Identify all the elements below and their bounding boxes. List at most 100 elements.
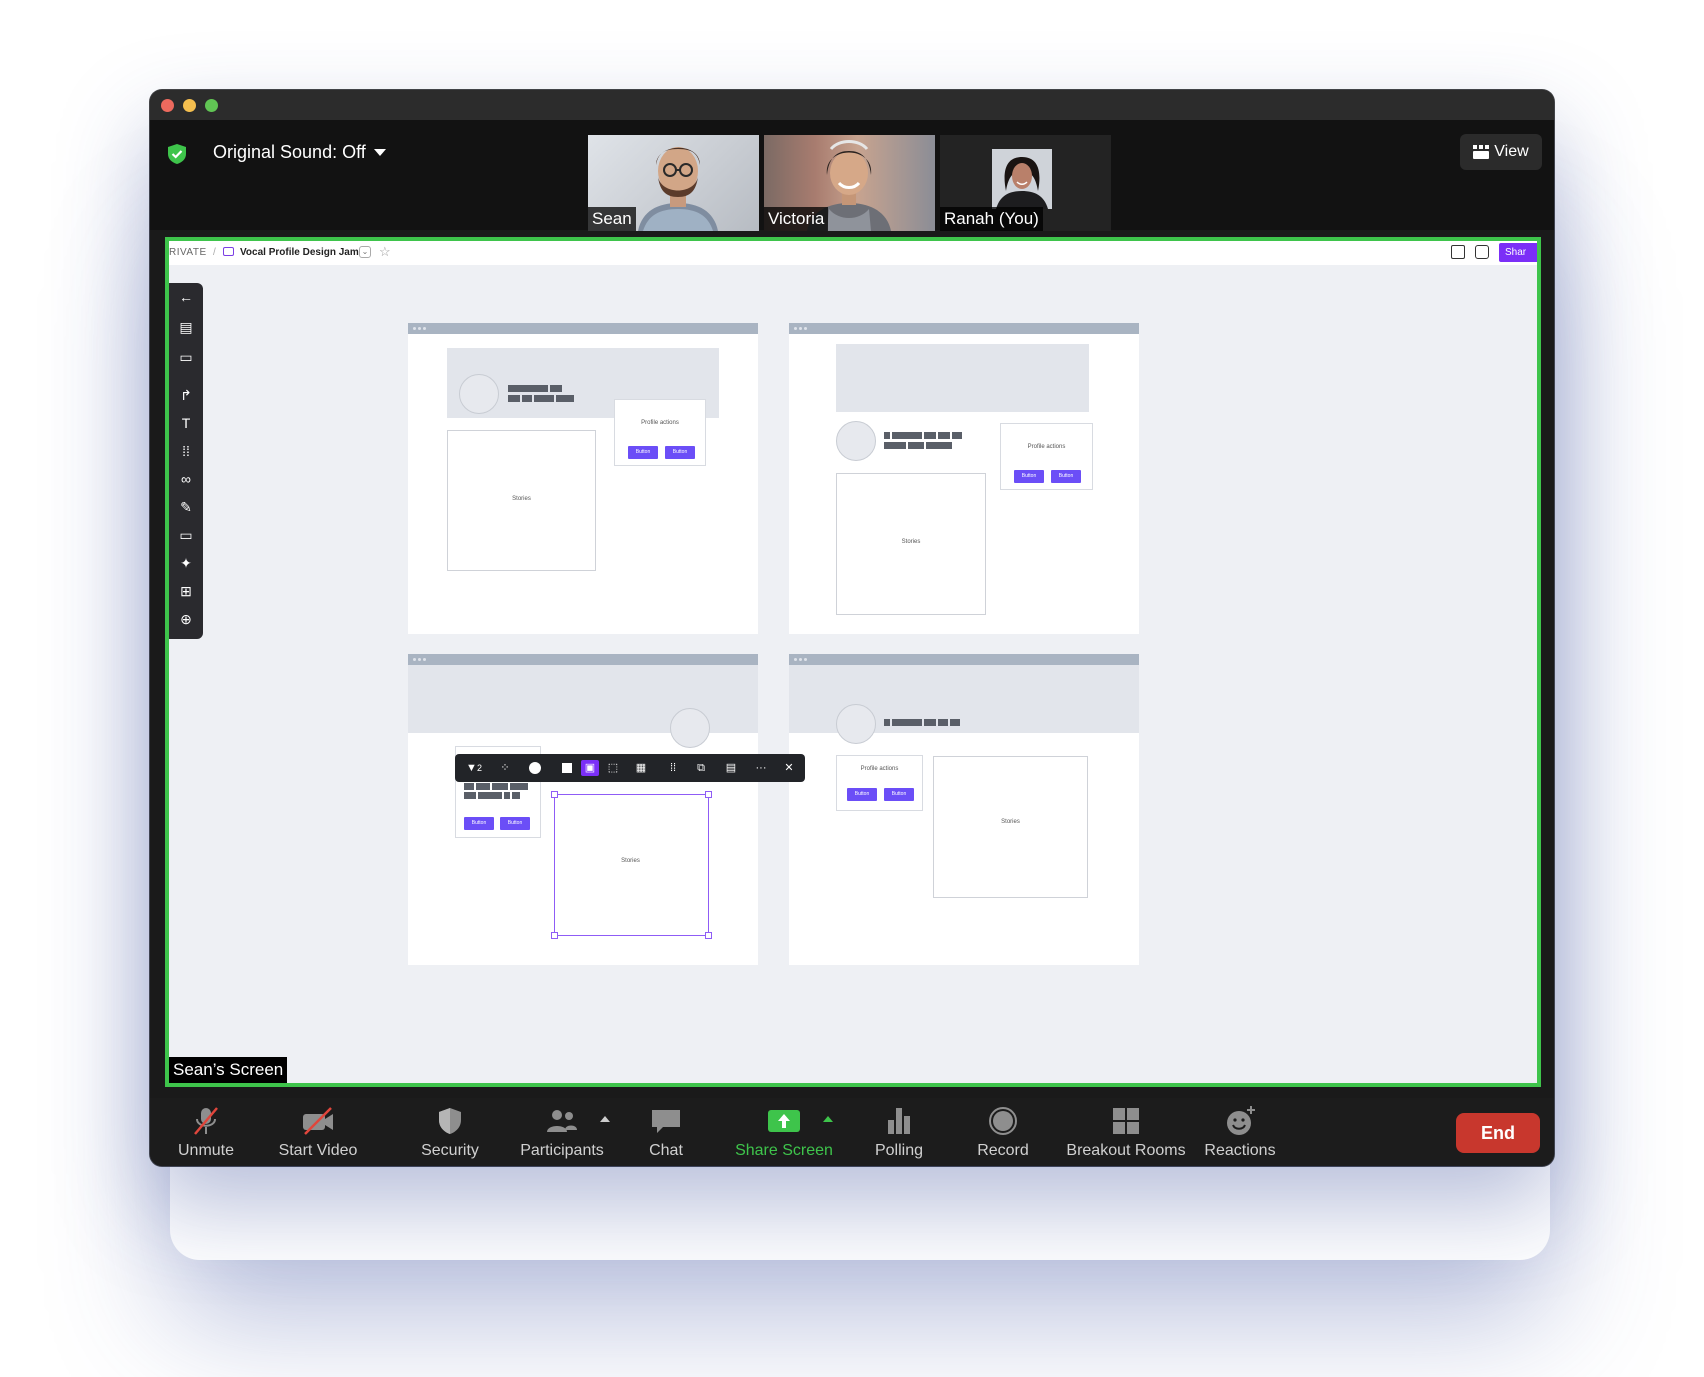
profile-actions-card: Profile actions Button Button [614, 399, 706, 466]
board-title[interactable]: Vocal Profile Design Jam [240, 247, 359, 258]
stories-label: Stories [901, 539, 921, 545]
participants-icon [547, 1110, 577, 1132]
shapes-icon[interactable]: ⁘ [497, 760, 513, 776]
unmute-button[interactable]: Unmute [164, 1098, 248, 1166]
add-icon[interactable]: ⊕ [176, 609, 196, 629]
participant-tile-self[interactable]: Ranah (You) [940, 135, 1111, 231]
chevron-down-icon[interactable] [374, 149, 386, 156]
shared-app-header: RIVATE / Vocal Profile Design Jam ⌄ ☆ Sh… [169, 241, 1537, 265]
card-icon[interactable]: ▭ [176, 525, 196, 545]
filter-icon[interactable]: ▼2 [463, 760, 485, 776]
tool-sidebar: ← ▤ ▭ ↱ T ⁞⁞ ∞ ✎ ▭ ✦ ⊞ ⊕ [169, 283, 203, 639]
original-sound-toggle[interactable]: Original Sound: Off [213, 142, 366, 163]
chevron-down-icon[interactable]: ⌄ [359, 246, 371, 258]
record-label: Record [977, 1142, 1029, 1159]
polling-button[interactable]: Polling [854, 1098, 944, 1166]
share-options-icon[interactable] [823, 1116, 833, 1122]
resize-handle[interactable] [551, 932, 558, 939]
record-button[interactable]: Record [958, 1098, 1048, 1166]
share-screen-button[interactable]: Share Screen [728, 1098, 840, 1166]
zoom-window: Original Sound: Off Sean Victoria Ranah … [150, 90, 1554, 1166]
participant-name: Ranah (You) [940, 207, 1043, 231]
meeting-controls-bar: Unmute Start Video Security Participants [150, 1098, 1554, 1166]
reactions-button[interactable]: Reactions [1190, 1098, 1290, 1166]
participant-tile-sean[interactable]: Sean [588, 135, 759, 231]
share-board-button[interactable]: Shar [1499, 243, 1537, 262]
breakout-rooms-button[interactable]: Breakout Rooms [1056, 1098, 1196, 1166]
participants-options-icon[interactable] [600, 1116, 610, 1122]
resize-handle[interactable] [551, 791, 558, 798]
star-icon[interactable]: ☆ [379, 244, 391, 260]
start-video-label: Start Video [278, 1142, 358, 1159]
grid-dots-icon[interactable]: ⁞⁞ [665, 760, 681, 776]
wireframe-button: Button [464, 817, 494, 830]
participant-name: Victoria [764, 207, 829, 231]
wireframe-frame-1[interactable]: Profile actions Button Button Stories [408, 323, 758, 634]
grid-view-icon [1473, 145, 1490, 159]
border-style-selected-icon[interactable]: ▣ [581, 760, 599, 776]
security-button[interactable]: Security [400, 1098, 500, 1166]
stories-placeholder: Stories [836, 473, 986, 615]
whiteboard-icon [223, 247, 234, 256]
connector-icon[interactable]: ↱ [176, 385, 196, 405]
link-icon[interactable]: ∞ [176, 469, 196, 489]
reactions-label: Reactions [1204, 1142, 1276, 1159]
wireframe-button: Button [628, 446, 658, 459]
participant-name: Sean [588, 207, 636, 231]
close-window-button[interactable] [161, 99, 174, 112]
card-title: Profile actions [641, 420, 679, 426]
frame-icon[interactable]: ▭ [176, 347, 196, 367]
fill-color-icon[interactable] [527, 760, 543, 776]
video-off-icon [303, 1107, 333, 1135]
avatar-placeholder [459, 374, 499, 414]
view-button[interactable]: View [1460, 134, 1542, 170]
wireframe-button: Button [1051, 470, 1081, 483]
record-icon [989, 1107, 1017, 1135]
participants-button[interactable]: Participants [506, 1098, 618, 1166]
close-icon[interactable]: ✕ [781, 760, 797, 776]
polling-bar-chart-icon [888, 1108, 910, 1134]
muted-microphone-icon [194, 1107, 218, 1135]
chat-button[interactable]: Chat [626, 1098, 706, 1166]
wireframe-button: Button [884, 788, 914, 801]
zoom-window-button[interactable] [205, 99, 218, 112]
avatar-placeholder [670, 708, 710, 748]
present-icon[interactable] [1451, 245, 1465, 259]
resize-handle[interactable] [705, 791, 712, 798]
more-options-icon[interactable]: ··· [753, 760, 769, 776]
sparkle-icon[interactable]: ✦ [176, 553, 196, 573]
wireframe-frame-2[interactable]: Profile actions Button Button Stories [789, 323, 1139, 634]
table-icon[interactable]: ⊞ [176, 581, 196, 601]
templates-icon[interactable]: ▤ [176, 317, 196, 337]
share-screen-label: Share Screen [735, 1142, 833, 1159]
dashed-border-icon[interactable]: ⬚ [605, 760, 621, 776]
selection-context-toolbar: ▼2 ⁘ ▣ ⬚ ▦ ⁞⁞ ⧉ ▤ ··· ✕ [455, 754, 805, 782]
stories-placeholder: Stories [933, 756, 1088, 898]
security-label: Security [421, 1142, 479, 1159]
border-style-icon[interactable] [559, 760, 575, 776]
chat-label: Chat [649, 1142, 683, 1159]
selection-box[interactable] [551, 791, 712, 939]
pen-icon[interactable]: ✎ [176, 497, 196, 517]
duplicate-icon[interactable]: ⧉ [693, 760, 709, 776]
comment-icon[interactable] [1475, 245, 1489, 259]
polling-label: Polling [874, 1142, 924, 1159]
wireframe-frame-4[interactable]: Profile actions Button Button Stories [789, 654, 1139, 965]
participants-label: Participants [520, 1142, 604, 1159]
start-video-button[interactable]: Start Video [262, 1098, 374, 1166]
wireframe-button: Button [847, 788, 877, 801]
back-arrow-icon[interactable]: ← [176, 287, 196, 307]
minimize-window-button[interactable] [183, 99, 196, 112]
grid-dots-icon[interactable]: ⁞⁞ [176, 441, 196, 461]
wireframe-button: Button [665, 446, 695, 459]
comment-icon[interactable]: ▤ [723, 760, 739, 776]
end-meeting-button[interactable]: End [1456, 1113, 1540, 1153]
participant-tile-victoria[interactable]: Victoria [764, 135, 935, 231]
resize-handle[interactable] [705, 932, 712, 939]
shared-screen[interactable]: RIVATE / Vocal Profile Design Jam ⌄ ☆ Sh… [165, 237, 1541, 1087]
text-icon[interactable]: T [176, 413, 196, 433]
pattern-icon[interactable]: ▦ [633, 760, 649, 776]
breakout-rooms-label: Breakout Rooms [1066, 1142, 1186, 1159]
stories-label: Stories [1001, 819, 1020, 825]
encryption-shield-icon[interactable] [166, 143, 188, 165]
